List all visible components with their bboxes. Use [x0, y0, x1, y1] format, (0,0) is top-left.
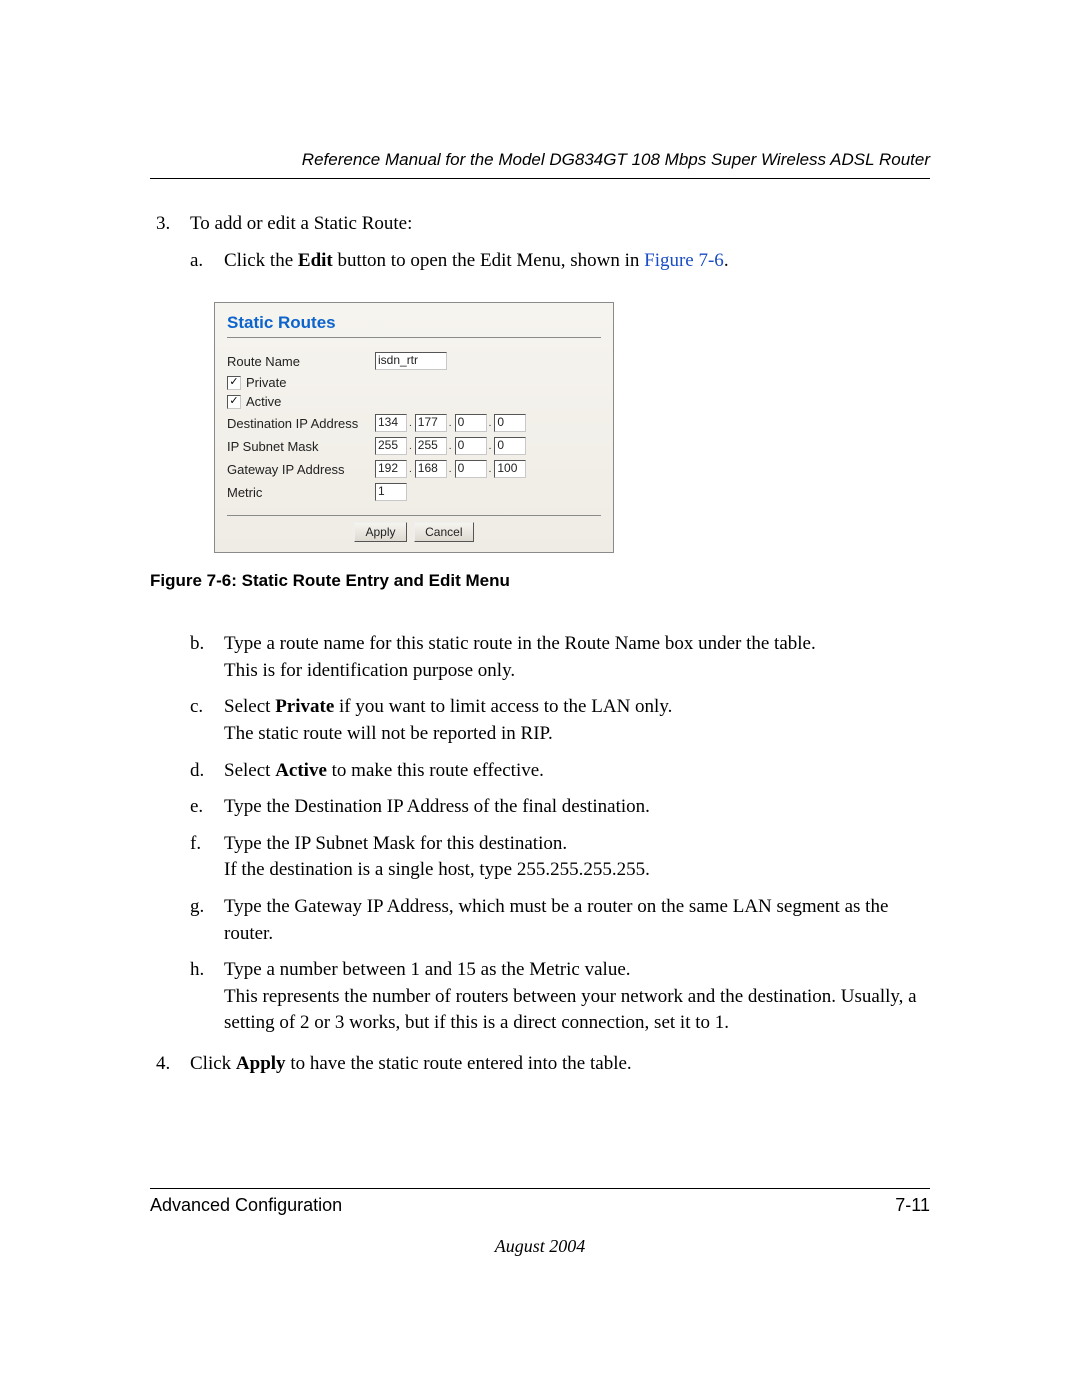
- row-metric: Metric 1: [227, 483, 601, 501]
- step-3a-pre: Click the: [224, 250, 298, 271]
- step-4-number: 4.: [156, 1051, 170, 1078]
- step-3a-letter: a.: [190, 248, 203, 275]
- step-3b-l1: Type a route name for this static route …: [224, 633, 816, 654]
- step-3d-pre: Select: [224, 760, 275, 781]
- step-3f-letter: f.: [190, 831, 201, 858]
- dest-ip-3[interactable]: 0: [455, 414, 487, 432]
- dest-ip-2[interactable]: 177: [415, 414, 447, 432]
- step-3e: e. Type the Destination IP Address of th…: [190, 794, 930, 821]
- panel-hr-bottom: [227, 515, 601, 516]
- panel-buttons: Apply Cancel: [227, 522, 601, 542]
- panel-hr-top: [227, 337, 601, 338]
- gw-1[interactable]: 192: [375, 460, 407, 478]
- metric-input[interactable]: 1: [375, 483, 407, 501]
- step-3-sub-continued: b. Type a route name for this static rou…: [150, 631, 930, 1037]
- footer-page: 7-11: [895, 1195, 930, 1216]
- apply-button[interactable]: Apply: [354, 522, 406, 542]
- step-3h-l1: Type a number between 1 and 15 as the Me…: [224, 959, 631, 980]
- step-3c-letter: c.: [190, 694, 203, 721]
- gw-2[interactable]: 168: [415, 460, 447, 478]
- step-3: 3. To add or edit a Static Route: a. Cli…: [150, 211, 930, 274]
- step-3g: g. Type the Gateway IP Address, which mu…: [190, 894, 930, 947]
- active-label: Active: [246, 394, 281, 409]
- step-3b-letter: b.: [190, 631, 204, 658]
- step-3d-post: to make this route effective.: [327, 760, 544, 781]
- step-3-number: 3.: [156, 211, 170, 238]
- step-3a-post: .: [724, 250, 729, 271]
- step-3a-mid: button to open the Edit Menu, shown in: [333, 250, 644, 271]
- private-checkbox[interactable]: ✓: [227, 376, 241, 390]
- dest-ip-label: Destination IP Address: [227, 416, 375, 431]
- subnet-mask-label: IP Subnet Mask: [227, 439, 375, 454]
- edit-bold: Edit: [298, 250, 333, 271]
- mask-2[interactable]: 255: [415, 437, 447, 455]
- main-steps-continued: b. Type a route name for this static rou…: [150, 631, 930, 1077]
- mask-3[interactable]: 0: [455, 437, 487, 455]
- step-3f: f. Type the IP Subnet Mask for this dest…: [190, 831, 930, 884]
- footer-row: Advanced Configuration 7-11: [150, 1195, 930, 1216]
- private-label: Private: [246, 375, 286, 390]
- step-3g-text: Type the Gateway IP Address, which must …: [224, 896, 888, 944]
- metric-label: Metric: [227, 485, 375, 500]
- step-3b: b. Type a route name for this static rou…: [190, 631, 930, 684]
- header-rule: [150, 178, 930, 179]
- figure-7-6-link[interactable]: Figure 7-6: [644, 250, 724, 271]
- mask-4[interactable]: 0: [494, 437, 526, 455]
- private-bold: Private: [275, 696, 334, 717]
- footer-rule: [150, 1188, 930, 1189]
- active-bold: Active: [275, 760, 327, 781]
- alpha-continued: b. Type a route name for this static rou…: [190, 631, 930, 1037]
- gateway-ip-label: Gateway IP Address: [227, 462, 375, 477]
- step-3e-letter: e.: [190, 794, 203, 821]
- row-subnet-mask: IP Subnet Mask 255. 255. 0. 0: [227, 437, 601, 455]
- gw-4[interactable]: 100: [494, 460, 526, 478]
- footer-date: August 2004: [150, 1236, 930, 1257]
- row-active: ✓ Active: [227, 394, 601, 409]
- step-4: 4. Click Apply to have the static route …: [150, 1051, 930, 1078]
- step-3c-l2: The static route will not be reported in…: [224, 723, 553, 744]
- step-3d: d. Select Active to make this route effe…: [190, 758, 930, 785]
- dest-ip-4[interactable]: 0: [494, 414, 526, 432]
- step-3-sub: a. Click the Edit button to open the Edi…: [190, 248, 930, 275]
- step-3d-letter: d.: [190, 758, 204, 785]
- row-route-name: Route Name isdn_rtr: [227, 352, 601, 370]
- step-3c-post: if you want to limit access to the LAN o…: [334, 696, 672, 717]
- row-gateway-ip: Gateway IP Address 192. 168. 0. 100: [227, 460, 601, 478]
- step-4-post: to have the static route entered into th…: [286, 1053, 632, 1074]
- step-4-pre: Click: [190, 1053, 236, 1074]
- row-dest-ip: Destination IP Address 134. 177. 0. 0: [227, 414, 601, 432]
- figure-caption: Figure 7-6: Static Route Entry and Edit …: [150, 571, 930, 591]
- cancel-button[interactable]: Cancel: [414, 522, 473, 542]
- gw-3[interactable]: 0: [455, 460, 487, 478]
- step-3a: a. Click the Edit button to open the Edi…: [190, 248, 930, 275]
- mask-1[interactable]: 255: [375, 437, 407, 455]
- main-steps: 3. To add or edit a Static Route: a. Cli…: [150, 211, 930, 274]
- step-3h-letter: h.: [190, 957, 204, 984]
- apply-bold: Apply: [236, 1053, 286, 1074]
- step-3b-l2: This is for identification purpose only.: [224, 660, 515, 681]
- step-3-text: To add or edit a Static Route:: [190, 213, 412, 234]
- dest-ip-1[interactable]: 134: [375, 414, 407, 432]
- route-name-label: Route Name: [227, 354, 375, 369]
- step-3f-l2: If the destination is a single host, typ…: [224, 859, 650, 880]
- step-3e-text: Type the Destination IP Address of the f…: [224, 796, 650, 817]
- panel-title: Static Routes: [227, 313, 601, 333]
- route-name-input[interactable]: isdn_rtr: [375, 352, 447, 370]
- step-3g-letter: g.: [190, 894, 204, 921]
- page: Reference Manual for the Model DG834GT 1…: [0, 0, 1080, 1337]
- step-3c: c. Select Private if you want to limit a…: [190, 694, 930, 747]
- step-3h-l2: This represents the number of routers be…: [224, 986, 917, 1034]
- step-3h: h. Type a number between 1 and 15 as the…: [190, 957, 930, 1037]
- step-3c-pre: Select: [224, 696, 275, 717]
- running-head: Reference Manual for the Model DG834GT 1…: [150, 150, 930, 170]
- footer-section: Advanced Configuration: [150, 1195, 342, 1216]
- active-checkbox[interactable]: ✓: [227, 395, 241, 409]
- static-routes-panel: Static Routes Route Name isdn_rtr ✓ Priv…: [214, 302, 614, 553]
- step-3f-l1: Type the IP Subnet Mask for this destina…: [224, 833, 567, 854]
- row-private: ✓ Private: [227, 375, 601, 390]
